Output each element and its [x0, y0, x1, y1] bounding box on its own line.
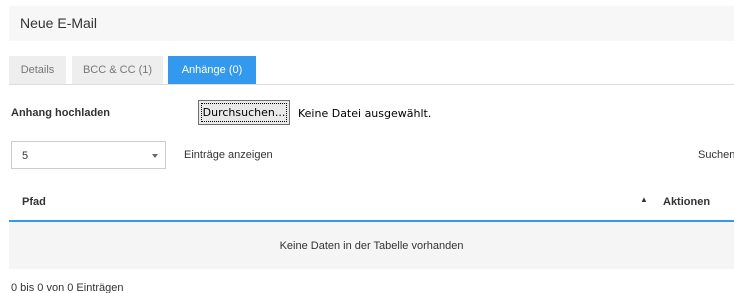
upload-label: Anhang hochladen — [11, 107, 110, 119]
file-status-text: Keine Datei ausgewählt. — [298, 107, 432, 120]
tab-details[interactable]: Details — [9, 56, 66, 84]
attachments-table: Pfad ▲ Aktionen Keine Daten in der Tabel… — [9, 179, 734, 269]
column-header-actions: Aktionen — [663, 196, 711, 208]
column-header-path[interactable]: Pfad — [22, 196, 46, 208]
entries-per-page-value: 5 — [22, 150, 29, 162]
sort-asc-icon[interactable]: ▲ — [640, 195, 648, 204]
browse-button[interactable]: Durchsuchen... — [198, 100, 290, 125]
table-header: Pfad ▲ Aktionen — [9, 179, 734, 222]
modal-title: Neue E-Mail — [20, 15, 98, 31]
chevron-down-icon — [152, 154, 158, 158]
tab-bcc-cc[interactable]: BCC & CC (1) — [72, 56, 163, 84]
tab-attachments[interactable]: Anhänge (0) — [168, 56, 256, 84]
entries-per-page-select[interactable]: 5 — [11, 141, 166, 169]
search-label: Suchen — [698, 149, 734, 161]
modal-header: Neue E-Mail — [9, 6, 734, 41]
entries-per-page-label: Einträge anzeigen — [184, 149, 273, 161]
tab-divider — [9, 84, 734, 85]
empty-table-message: Keine Daten in der Tabelle vorhanden — [279, 240, 464, 252]
table-info: 0 bis 0 von 0 Einträgen — [11, 282, 124, 293]
table-row: Keine Daten in der Tabelle vorhanden — [9, 222, 734, 269]
